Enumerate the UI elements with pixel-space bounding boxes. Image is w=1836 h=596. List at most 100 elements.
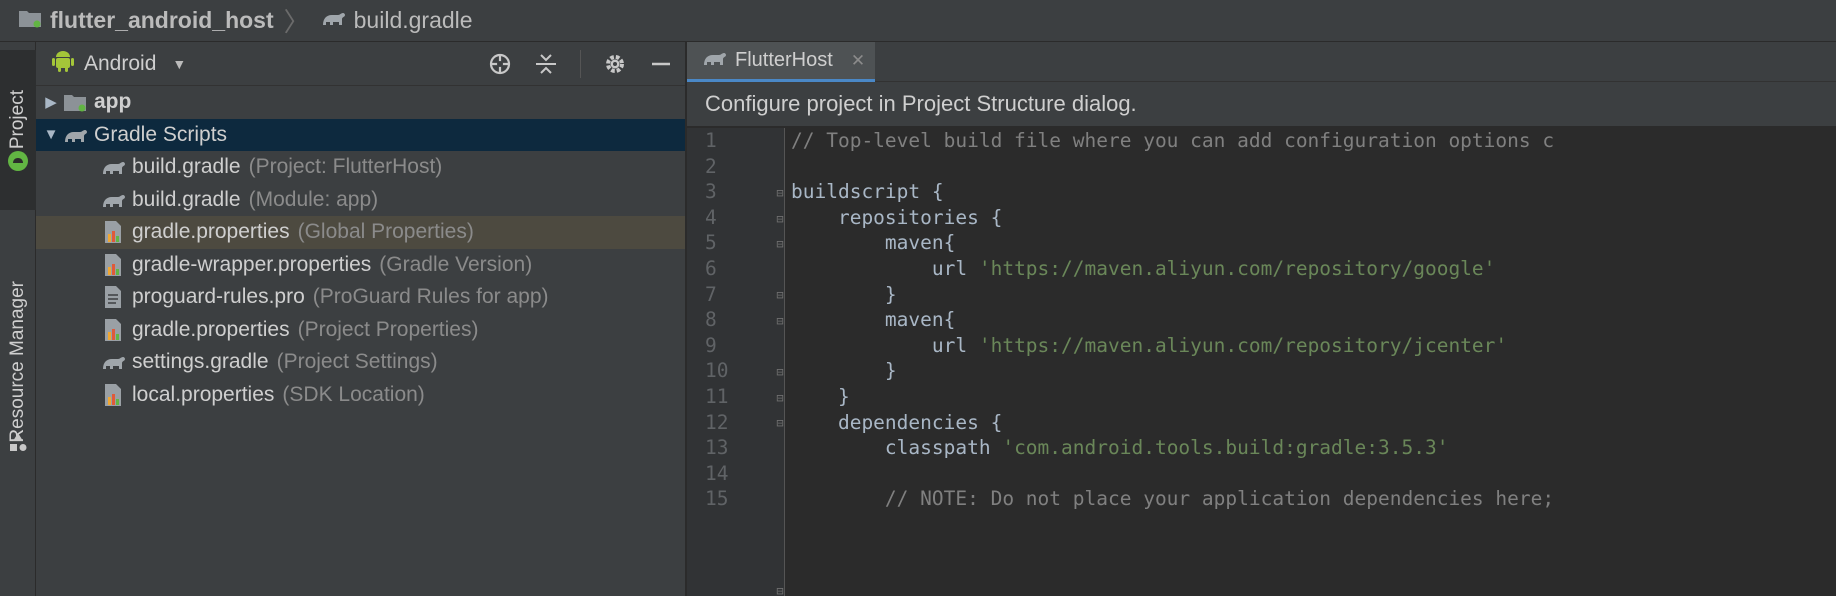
code-string: 'com.android.tools.build:gradle:3.5.3' (1002, 436, 1449, 460)
project-panel: Android ▼ ▶ app ▼ Gradle Scripts build.g… (36, 42, 686, 596)
breadcrumb-file[interactable]: build.gradle (320, 7, 473, 34)
code-line: url 'https://maven.aliyun.com/repository… (791, 333, 1836, 359)
close-icon[interactable]: ✕ (851, 51, 865, 71)
tree-item-proguard-rules[interactable]: proguard-rules.pro (ProGuard Rules for a… (36, 281, 685, 314)
fold-marker-icon[interactable]: ⊟ (773, 212, 787, 226)
chevron-right-icon[interactable]: ▶ (40, 93, 62, 111)
code-line: // Top-level build file where you can ad… (791, 128, 1836, 154)
code-line: dependencies { (791, 410, 1003, 434)
code-line: classpath 'com.android.tools.build:gradl… (791, 435, 1836, 461)
gradle-icon (320, 7, 346, 34)
project-view-label: Android (84, 51, 157, 75)
code-text[interactable]: // Top-level build file where you can ad… (791, 128, 1836, 512)
line-number: 14 (705, 461, 729, 485)
tree-item-hint: (Module: app) (248, 187, 379, 211)
tree-item-app[interactable]: ▶ app (36, 86, 685, 119)
fold-marker-icon[interactable]: ⊟ (773, 584, 787, 596)
editor-tab-flutterhost[interactable]: FlutterHost ✕ (687, 42, 875, 82)
properties-file-icon (100, 253, 126, 277)
tree-item-settings-gradle[interactable]: settings.gradle (Project Settings) (36, 346, 685, 379)
tree-item-label: gradle-wrapper.properties (132, 252, 372, 276)
gradle-icon (100, 350, 126, 374)
code-line: repositories { (791, 205, 1003, 229)
notification-banner-text: Configure project in Project Structure d… (705, 91, 1137, 116)
editor: FlutterHost ✕ Configure project in Proje… (687, 42, 1836, 596)
tree-item-label: settings.gradle (132, 350, 269, 374)
code-line: maven{ (791, 308, 956, 332)
code-line: maven{ (791, 231, 956, 255)
module-folder-icon (62, 90, 88, 114)
code-line: // NOTE: Do not place your application d… (791, 486, 1836, 512)
fold-marker-icon[interactable]: ⊟ (773, 237, 787, 251)
toolbar-divider (580, 50, 581, 78)
tab-project[interactable]: 1: Project (0, 50, 36, 210)
tree-item-build-gradle-module[interactable]: build.gradle (Module: app) (36, 184, 685, 217)
line-number: 1 (705, 129, 717, 152)
code-token: classpath (791, 436, 1003, 460)
code-token: url (791, 333, 979, 357)
editor-tab-bar: FlutterHost ✕ (687, 42, 1836, 82)
tool-window-strip: 1: Project Resource Manager (0, 42, 36, 596)
tree-item-label: Gradle Scripts (94, 122, 228, 146)
tree-item-label: proguard-rules.pro (132, 285, 305, 309)
line-number: 12 (705, 410, 729, 434)
tree-item-gradle-wrapper-properties[interactable]: gradle-wrapper.properties (Gradle Versio… (36, 249, 685, 282)
breadcrumb: flutter_android_host 〉 build.gradle (0, 0, 1836, 42)
tree-item-gradle-scripts[interactable]: ▼ Gradle Scripts (36, 118, 685, 151)
line-number: 9 (705, 333, 717, 357)
code-comment: // Top-level build file where you can ad… (791, 129, 1555, 152)
line-number: 13 (705, 436, 729, 460)
tree-item-hint: (Gradle Version) (379, 252, 533, 276)
collapse-all-icon[interactable] (534, 52, 558, 76)
tree-item-gradle-properties-project[interactable]: gradle.properties (Project Properties) (36, 314, 685, 347)
locate-file-icon[interactable] (488, 52, 512, 76)
tree-item-hint: (Project Properties) (297, 317, 479, 341)
gradle-icon (100, 155, 126, 179)
breadcrumb-file-label: build.gradle (353, 7, 473, 33)
code-string: 'https://maven.aliyun.com/repository/goo… (978, 256, 1496, 280)
tree-item-local-properties[interactable]: local.properties (SDK Location) (36, 379, 685, 412)
code-editor[interactable]: 1 2 3 4 5 6 7 8 9 10 11 12 13 14 15 ⊟ ⊟ … (687, 128, 1836, 596)
code-string: 'https://maven.aliyun.com/repository/jce… (978, 333, 1508, 357)
code-token: url (791, 256, 979, 280)
android-tab-icon[interactable] (7, 150, 29, 177)
fold-marker-icon[interactable]: ⊟ (773, 416, 787, 430)
tree-item-label: build.gradle (132, 187, 241, 211)
line-number: 10 (705, 359, 729, 383)
fold-marker-icon[interactable]: ⊟ (773, 365, 787, 379)
line-number-gutter: 1 2 3 4 5 6 7 8 9 10 11 12 13 14 15 ⊟ ⊟ … (687, 128, 785, 596)
properties-file-icon (100, 383, 126, 407)
folder-icon (18, 7, 42, 34)
gear-icon[interactable] (603, 52, 627, 76)
code-comment: // NOTE: Do not place your application d… (791, 487, 1555, 511)
fold-marker-icon[interactable]: ⊟ (773, 186, 787, 200)
line-number: 6 (705, 256, 717, 280)
breadcrumb-project-label: flutter_android_host (50, 7, 274, 33)
line-number: 7 (705, 282, 717, 306)
code-line: } (791, 282, 897, 306)
fold-marker-icon[interactable]: ⊟ (773, 288, 787, 302)
chevron-down-icon[interactable]: ▼ (40, 126, 62, 143)
project-panel-tools (488, 42, 673, 86)
tree-item-build-gradle-project[interactable]: build.gradle (Project: FlutterHost) (36, 151, 685, 184)
breadcrumb-project[interactable]: flutter_android_host (18, 7, 274, 34)
tree-item-label: local.properties (132, 382, 275, 406)
line-number: 11 (705, 384, 729, 408)
tree-item-label: app (94, 90, 132, 114)
tree-item-hint: (SDK Location) (282, 382, 425, 406)
project-view-select[interactable]: Android ▼ (52, 49, 186, 79)
line-number: 3 (705, 180, 717, 204)
line-number: 15 (705, 487, 729, 511)
fold-marker-icon[interactable]: ⊟ (773, 391, 787, 405)
tree-item-label: build.gradle (132, 155, 241, 179)
line-number: 5 (705, 231, 717, 255)
notification-banner[interactable]: Configure project in Project Structure d… (687, 82, 1836, 127)
tree-item-gradle-properties-global[interactable]: gradle.properties (Global Properties) (36, 216, 685, 249)
project-tree: ▶ app ▼ Gradle Scripts build.gradle (Pro… (36, 86, 685, 411)
breadcrumb-separator: 〉 (283, 7, 310, 37)
fold-marker-icon[interactable]: ⊟ (773, 314, 787, 328)
editor-tab-label: FlutterHost (735, 49, 833, 71)
minimize-icon[interactable] (649, 52, 673, 76)
line-number: 2 (705, 154, 717, 178)
